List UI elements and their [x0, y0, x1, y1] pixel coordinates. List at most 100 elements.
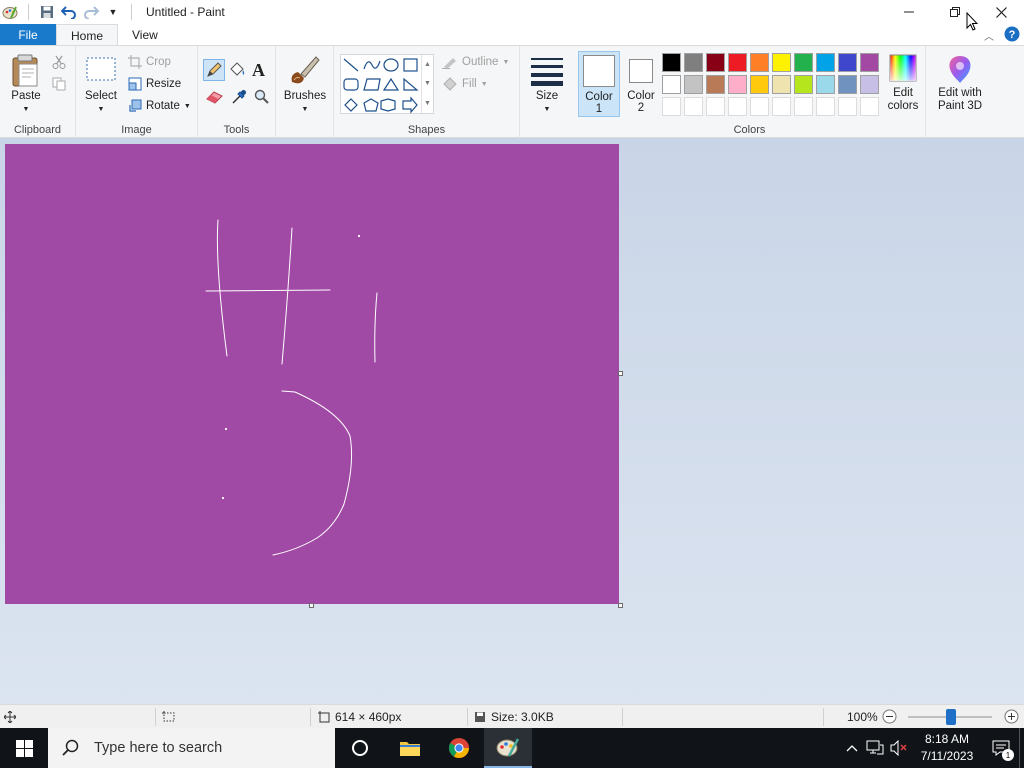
palette-swatch[interactable] — [816, 53, 835, 72]
copy-icon[interactable] — [52, 77, 66, 94]
palette-swatch[interactable] — [816, 75, 835, 94]
palette-swatch[interactable] — [662, 75, 681, 94]
palette-swatch[interactable] — [772, 75, 791, 94]
palette-swatch[interactable] — [750, 75, 769, 94]
color-picker-icon[interactable] — [231, 89, 247, 108]
eraser-icon[interactable] — [206, 90, 224, 107]
volume-muted-icon[interactable] — [887, 740, 911, 756]
shapes-scroll-down-icon[interactable]: ▼ — [424, 80, 431, 87]
select-button[interactable]: Select ▼ — [82, 56, 120, 116]
network-icon[interactable] — [863, 740, 887, 756]
palette-swatch[interactable] — [662, 53, 681, 72]
edit-with-paint3d-button[interactable]: Edit with Paint 3D — [934, 54, 986, 113]
fill-button[interactable]: Fill ▼ — [442, 77, 488, 91]
text-icon[interactable]: A — [252, 60, 265, 81]
rotate-dropdown-icon[interactable]: ▼ — [184, 103, 191, 110]
palette-swatch-empty[interactable] — [794, 97, 813, 116]
show-hidden-icons-button[interactable] — [841, 744, 863, 752]
brushes-dropdown-icon[interactable]: ▼ — [302, 103, 309, 116]
help-icon[interactable]: ? — [1004, 26, 1020, 45]
outline-button[interactable]: Outline ▼ — [442, 55, 509, 69]
cut-icon[interactable] — [52, 55, 66, 72]
palette-swatch[interactable] — [750, 53, 769, 72]
palette-swatch[interactable] — [728, 75, 747, 94]
palette-swatch[interactable] — [684, 53, 703, 72]
select-dropdown-icon[interactable]: ▼ — [98, 103, 105, 116]
start-button[interactable] — [0, 728, 48, 768]
task-view-button[interactable] — [336, 728, 384, 768]
canvas-resize-handle-bottom[interactable] — [309, 603, 314, 608]
clock[interactable]: 8:18 AM 7/11/2023 — [911, 731, 983, 765]
edit-colors-button[interactable]: Edit colors — [882, 54, 924, 113]
palette-swatch[interactable] — [860, 53, 879, 72]
notification-center-button[interactable]: 1 — [983, 728, 1019, 768]
palette-swatch[interactable] — [684, 75, 703, 94]
zoom-slider[interactable] — [908, 709, 992, 725]
magnifier-icon[interactable] — [254, 89, 270, 108]
chrome-button[interactable] — [435, 728, 483, 768]
palette-swatch[interactable] — [794, 53, 813, 72]
fill-dropdown-icon[interactable]: ▼ — [481, 81, 488, 88]
palette-swatch-empty[interactable] — [684, 97, 703, 116]
canvas-resize-handle-corner[interactable] — [618, 603, 623, 608]
paste-dropdown-icon[interactable]: ▼ — [23, 103, 30, 116]
palette-swatch[interactable] — [794, 75, 813, 94]
size-button[interactable]: Size ▼ — [528, 56, 566, 116]
redo-icon[interactable] — [83, 4, 99, 20]
edit-colors-line1: Edit — [893, 87, 913, 99]
paint-taskbar-button[interactable] — [484, 728, 532, 768]
taskbar-search-box[interactable] — [48, 728, 335, 768]
undo-icon[interactable] — [61, 4, 77, 20]
palette-swatch[interactable] — [728, 53, 747, 72]
pencil-icon[interactable] — [203, 59, 225, 81]
shapes-scroll-buttons[interactable]: ▲ ▼ ▼ — [421, 55, 433, 113]
close-button[interactable] — [978, 0, 1024, 24]
palette-swatch[interactable] — [706, 75, 725, 94]
size-label: Size — [535, 90, 559, 102]
show-desktop-button[interactable] — [1019, 728, 1024, 768]
palette-swatch[interactable] — [772, 53, 791, 72]
collapse-ribbon-icon[interactable]: ︿ — [984, 28, 994, 43]
file-explorer-button[interactable] — [386, 728, 434, 768]
palette-swatch-empty[interactable] — [750, 97, 769, 116]
zoom-out-button[interactable] — [882, 705, 897, 729]
palette-swatch-empty[interactable] — [728, 97, 747, 116]
brushes-button[interactable]: Brushes ▼ — [284, 54, 326, 116]
shapes-group: ▲ ▼ ▼ Outline ▼ Fill ▼ Shapes — [334, 46, 520, 138]
fill-bucket-icon[interactable] — [228, 62, 246, 81]
palette-swatch[interactable] — [838, 53, 857, 72]
tab-file[interactable]: File — [0, 24, 56, 46]
paint-app-icon[interactable] — [2, 4, 18, 20]
minimize-button[interactable] — [886, 0, 932, 24]
tab-view[interactable]: View — [118, 24, 172, 46]
drawing-canvas[interactable] — [5, 144, 619, 604]
palette-swatch[interactable] — [860, 75, 879, 94]
customize-quick-access-icon[interactable]: ▼ — [105, 4, 121, 20]
image-group: Select ▼ Crop Resize Rotate ▼ Image — [76, 46, 198, 138]
save-icon[interactable] — [39, 4, 55, 20]
zoom-slider-thumb[interactable] — [946, 709, 956, 725]
palette-swatch-empty[interactable] — [772, 97, 791, 116]
palette-swatch-empty[interactable] — [860, 97, 879, 116]
resize-button[interactable]: Resize — [128, 77, 181, 91]
search-input[interactable] — [94, 740, 324, 756]
palette-swatch-empty[interactable] — [706, 97, 725, 116]
outline-dropdown-icon[interactable]: ▼ — [502, 59, 509, 66]
zoom-in-button[interactable] — [1004, 705, 1019, 729]
rotate-button[interactable]: Rotate ▼ — [128, 99, 191, 113]
palette-swatch-empty[interactable] — [662, 97, 681, 116]
paste-button[interactable]: Paste ▼ — [6, 54, 46, 116]
palette-swatch-empty[interactable] — [838, 97, 857, 116]
tab-home[interactable]: Home — [56, 24, 119, 46]
shapes-gallery[interactable]: ▲ ▼ ▼ — [340, 54, 434, 114]
shapes-scroll-up-icon[interactable]: ▲ — [424, 61, 431, 68]
palette-swatch-empty[interactable] — [816, 97, 835, 116]
size-dropdown-icon[interactable]: ▼ — [544, 103, 551, 116]
crop-button[interactable]: Crop — [128, 55, 171, 69]
shapes-more-icon[interactable]: ▼ — [424, 100, 431, 107]
canvas-resize-handle-right[interactable] — [618, 371, 623, 376]
paint3d-line2: Paint 3D — [937, 100, 983, 112]
palette-swatch[interactable] — [838, 75, 857, 94]
palette-swatch[interactable] — [706, 53, 725, 72]
resize-icon — [128, 77, 142, 91]
